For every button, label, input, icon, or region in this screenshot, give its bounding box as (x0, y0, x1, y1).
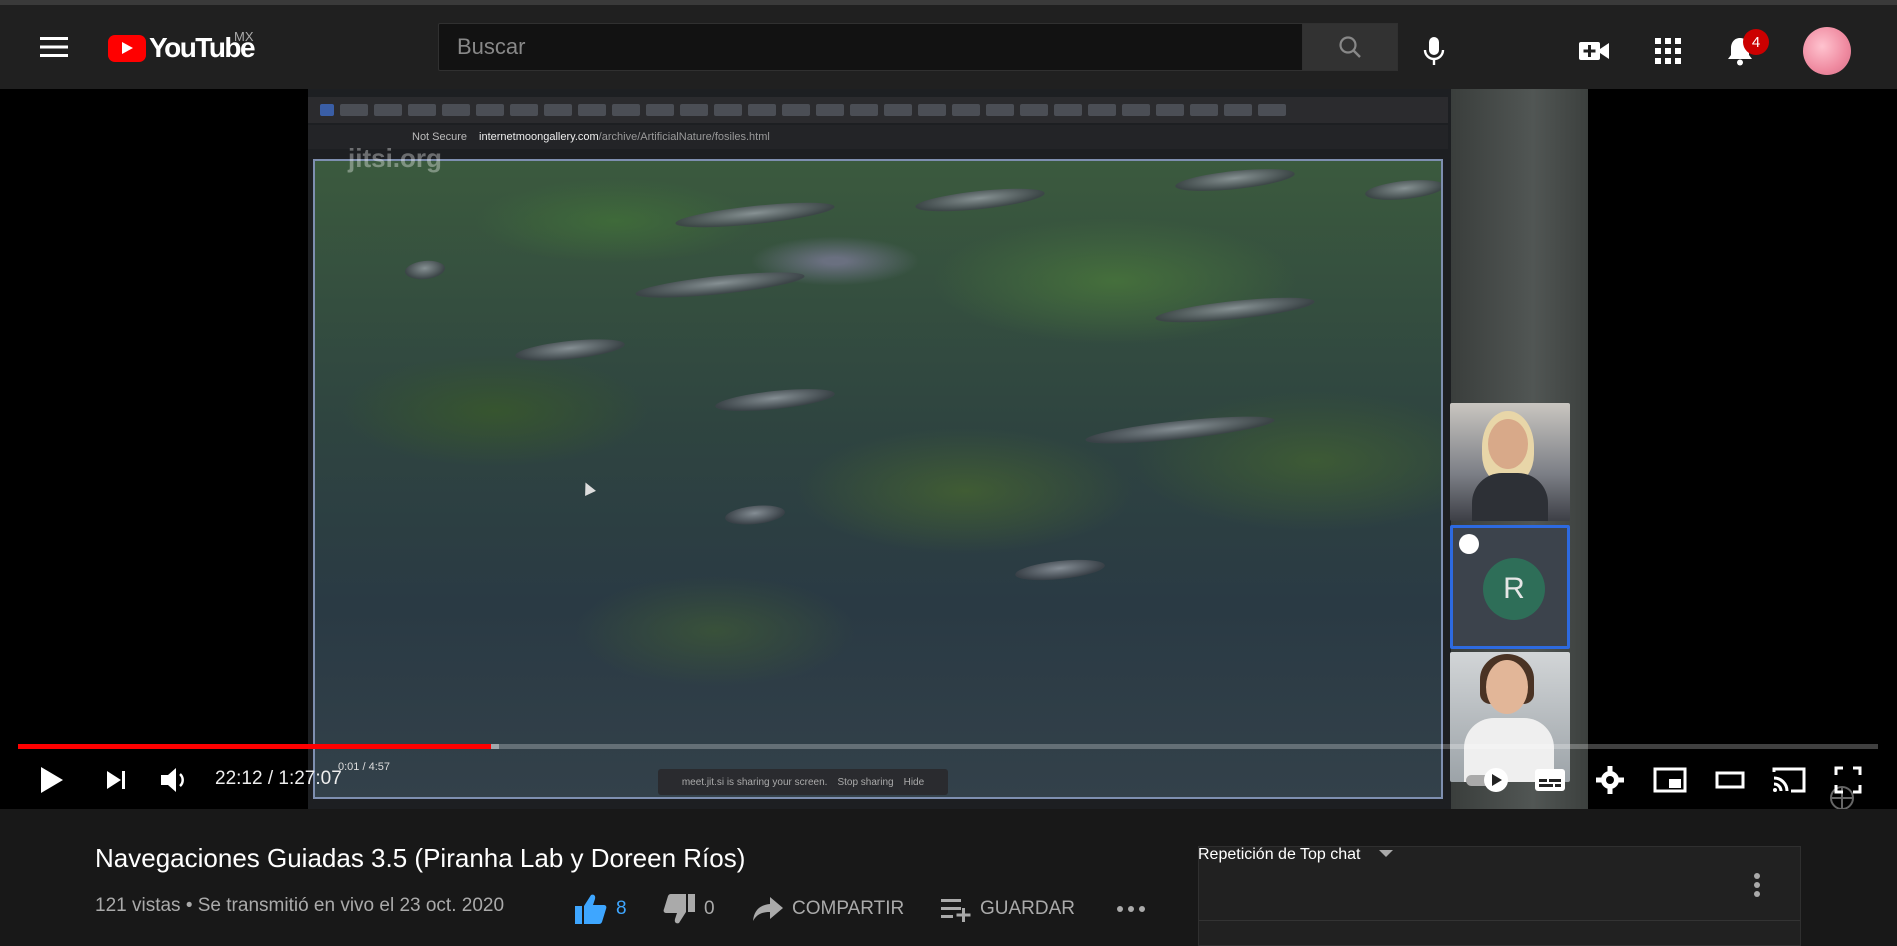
participant-tile-2: R (1450, 525, 1570, 649)
time-display: 22:12 / 1:27:07 (215, 768, 342, 789)
fullscreen-button[interactable] (1823, 755, 1873, 805)
skip-next-icon (107, 771, 125, 789)
apps-button[interactable] (1644, 27, 1692, 75)
participant-tile-1 (1450, 403, 1570, 521)
search-input[interactable] (439, 24, 1302, 70)
menu-button[interactable] (30, 27, 78, 67)
chat-header-label: Repetición de Top chat (1198, 846, 1361, 863)
logo-country-code: MX (234, 29, 254, 44)
save-label: GUARDAR (980, 898, 1076, 919)
url-warning: Not Secure (412, 131, 468, 143)
autoplay-toggle-icon (1466, 768, 1508, 792)
chat-mode-dropdown[interactable]: Repetición de Top chat (1198, 846, 1395, 864)
mute-button[interactable] (152, 755, 196, 805)
artificial-nature-terrain (313, 159, 1443, 799)
gear-icon (1596, 766, 1624, 794)
next-button[interactable] (96, 755, 136, 805)
playlist-add-icon (941, 899, 971, 922)
dislike-button[interactable]: 0 (662, 890, 715, 928)
share-button[interactable]: COMPARTIR (752, 890, 904, 928)
fullscreen-icon (1834, 766, 1862, 794)
search-box[interactable] (438, 23, 1303, 71)
url-path: /archive/ArtificialNature/fosiles.html (598, 131, 770, 143)
progress-bar[interactable] (18, 744, 1878, 749)
miniplayer-icon (1653, 767, 1687, 793)
url-host: internetmoongallery.com (479, 131, 599, 143)
hamburger-menu-icon (40, 37, 68, 57)
share-arrow-icon (753, 897, 783, 921)
account-avatar[interactable] (1803, 27, 1851, 75)
volume-icon (161, 768, 184, 792)
play-button[interactable] (30, 755, 74, 805)
search-button[interactable] (1302, 23, 1398, 71)
microphone-icon (1423, 37, 1445, 65)
miniplayer-button[interactable] (1645, 755, 1695, 805)
settings-button[interactable] (1585, 755, 1635, 805)
chat-more-button[interactable] (1742, 868, 1772, 902)
theater-mode-icon (1715, 771, 1745, 789)
cast-button[interactable] (1763, 755, 1815, 805)
video-title: Navegaciones Guiadas 3.5 (Piranha Lab y … (95, 843, 746, 873)
search-icon (1339, 36, 1361, 58)
jitsi-watermark: jitsi.org (348, 143, 442, 173)
chat-divider (1199, 920, 1800, 921)
save-button[interactable]: GUARDAR (940, 890, 1075, 928)
create-video-button[interactable] (1570, 27, 1618, 75)
apps-grid-icon (1655, 38, 1681, 64)
masthead: YouTube MX 4 (0, 5, 1897, 89)
subtitles-icon (1535, 769, 1565, 791)
speaker-indicator-icon (1459, 534, 1479, 554)
subtitles-button[interactable] (1525, 755, 1575, 805)
like-button[interactable]: 8 (574, 890, 627, 928)
youtube-logo[interactable]: YouTube MX (108, 29, 256, 65)
participant-initial: R (1483, 558, 1545, 620)
theater-mode-button[interactable] (1705, 755, 1755, 805)
cast-icon (1772, 767, 1806, 793)
dislike-count: 0 (704, 898, 715, 919)
video-camera-add-icon (1579, 42, 1609, 60)
play-icon (41, 767, 63, 793)
browser-url-bar: Not Secure internetmoongallery.com/archi… (308, 125, 1448, 149)
thumbs-up-icon (575, 894, 607, 924)
share-label: COMPARTIR (792, 898, 905, 919)
youtube-play-logo-icon (108, 34, 146, 62)
caret-down-icon (1378, 850, 1393, 857)
shared-screen-frame: Not Secure internetmoongallery.com/archi… (308, 89, 1451, 809)
thumbs-down-icon (663, 894, 695, 924)
progress-played (18, 744, 491, 749)
more-vertical-icon (1754, 873, 1760, 897)
browser-tab-strip (308, 97, 1448, 123)
like-count: 8 (616, 898, 627, 919)
video-meta: 121 vistas • Se transmitió en vivo el 23… (95, 895, 505, 916)
notification-badge: 4 (1743, 29, 1769, 55)
voice-search-button[interactable] (1410, 27, 1458, 75)
more-actions-button[interactable] (1116, 890, 1146, 928)
more-horizontal-icon (1117, 906, 1145, 912)
autoplay-toggle[interactable] (1455, 755, 1521, 805)
video-player[interactable]: Not Secure internetmoongallery.com/archi… (0, 89, 1897, 809)
